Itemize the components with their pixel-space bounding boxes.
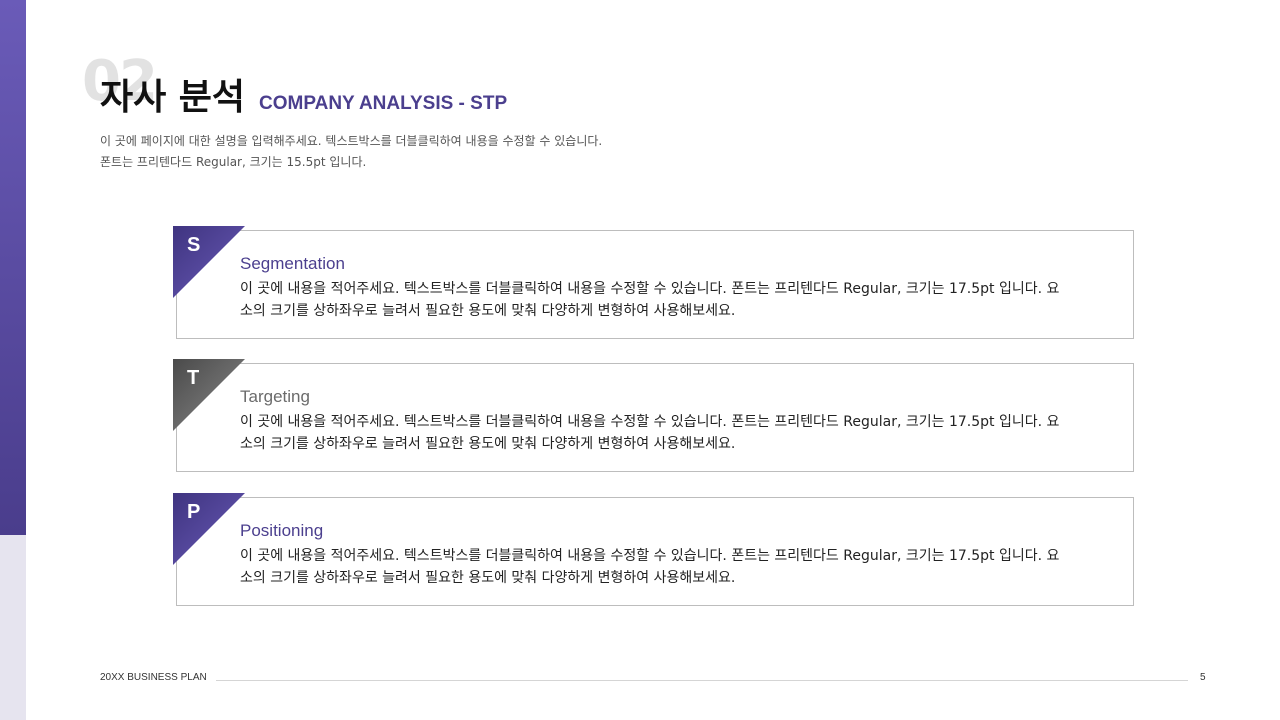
card-body-line: 이 곳에 내용을 적어주세요. 텍스트박스를 더블클릭하여 내용을 수정할 수 …: [240, 548, 1060, 564]
card-body-line: 소의 크기를 상하좌우로 늘려서 필요한 용도에 맞춰 다양하게 변형하여 사용…: [240, 436, 736, 452]
card-letter: S: [187, 234, 201, 256]
card-body[interactable]: 이 곳에 내용을 적어주세요. 텍스트박스를 더블클릭하여 내용을 수정할 수 …: [240, 411, 1100, 455]
corner-triangle-shape: [173, 493, 245, 565]
footer-divider: [216, 680, 1188, 681]
page-description[interactable]: 이 곳에 페이지에 대한 설명을 입력해주세요. 텍스트박스를 더블클릭하여 내…: [100, 131, 602, 173]
card-title[interactable]: Targeting: [240, 386, 310, 408]
left-accent-bar: [0, 0, 26, 535]
card-letter: T: [187, 367, 200, 389]
card-body[interactable]: 이 곳에 내용을 적어주세요. 텍스트박스를 더블클릭하여 내용을 수정할 수 …: [240, 545, 1100, 589]
description-line: 폰트는 프리텐다드 Regular, 크기는 15.5pt 입니다.: [100, 155, 367, 169]
card-body[interactable]: 이 곳에 내용을 적어주세요. 텍스트박스를 더블클릭하여 내용을 수정할 수 …: [240, 278, 1100, 322]
corner-triangle-shape: [173, 226, 245, 298]
title-row: 자사 분석 COMPANY ANALYSIS - STP: [100, 74, 507, 122]
card-letter: P: [187, 501, 201, 523]
left-accent-bar-light: [0, 535, 26, 720]
card-positioning[interactable]: P Positioning 이 곳에 내용을 적어주세요. 텍스트박스를 더블클…: [173, 493, 1134, 606]
description-line: 이 곳에 페이지에 대한 설명을 입력해주세요. 텍스트박스를 더블클릭하여 내…: [100, 134, 603, 148]
card-targeting[interactable]: T Targeting 이 곳에 내용을 적어주세요. 텍스트박스를 더블클릭하…: [173, 359, 1134, 472]
footer-label: 20XX BUSINESS PLAN: [100, 672, 207, 683]
page-number: 5: [1200, 672, 1206, 683]
page-subtitle[interactable]: COMPANY ANALYSIS - STP: [259, 93, 507, 115]
corner-triangle-shape: [173, 359, 245, 431]
card-body-line: 이 곳에 내용을 적어주세요. 텍스트박스를 더블클릭하여 내용을 수정할 수 …: [240, 414, 1060, 430]
card-segmentation[interactable]: S Segmentation 이 곳에 내용을 적어주세요. 텍스트박스를 더블…: [173, 226, 1134, 339]
card-body-line: 소의 크기를 상하좌우로 늘려서 필요한 용도에 맞춰 다양하게 변형하여 사용…: [240, 303, 736, 319]
corner-tag-p: P: [173, 493, 245, 565]
page-title[interactable]: 자사 분석: [100, 74, 245, 122]
card-body-line: 소의 크기를 상하좌우로 늘려서 필요한 용도에 맞춰 다양하게 변형하여 사용…: [240, 570, 736, 586]
card-title[interactable]: Positioning: [240, 520, 323, 542]
corner-tag-t: T: [173, 359, 245, 431]
card-title[interactable]: Segmentation: [240, 253, 345, 275]
card-body-line: 이 곳에 내용을 적어주세요. 텍스트박스를 더블클릭하여 내용을 수정할 수 …: [240, 281, 1060, 297]
corner-tag-s: S: [173, 226, 245, 298]
